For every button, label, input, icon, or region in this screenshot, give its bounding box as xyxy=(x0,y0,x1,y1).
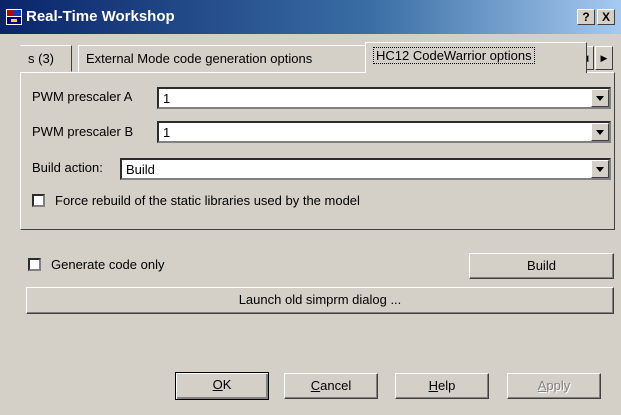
build-button[interactable]: Build xyxy=(469,253,614,279)
dialog-window: Real-Time Workshop ? X s (3) External Mo… xyxy=(0,0,621,415)
tab-scroll-right-button[interactable]: ▶ xyxy=(595,46,613,70)
pwm-a-label: PWM prescaler A xyxy=(32,89,133,104)
tab-hc12-label: HC12 CodeWarrior options xyxy=(373,47,535,64)
simulink-app-icon xyxy=(6,9,22,25)
launch-simprm-button[interactable]: Launch old simprm dialog ... xyxy=(26,287,614,314)
launch-simprm-label: Launch old simprm dialog ... xyxy=(238,292,402,307)
tab-external-mode[interactable]: External Mode code generation options xyxy=(78,45,374,72)
build-action-select[interactable]: Build xyxy=(120,158,611,180)
close-title-button[interactable]: X xyxy=(597,9,615,25)
cancel-button[interactable]: Cancel xyxy=(284,373,378,399)
title-bar[interactable]: Real-Time Workshop ? X xyxy=(0,0,621,34)
force-rebuild-checkbox[interactable] xyxy=(32,194,45,207)
pwm-a-value: 1 xyxy=(163,91,171,106)
help-label: Help xyxy=(428,378,456,393)
ok-label: OK xyxy=(212,377,232,392)
help-button[interactable]: Help xyxy=(395,373,489,399)
build-action-label: Build action: xyxy=(32,160,103,175)
ok-button[interactable]: OK xyxy=(175,372,269,400)
apply-label: Apply xyxy=(537,378,571,393)
generate-code-only-label: Generate code only xyxy=(51,257,165,272)
chevron-down-icon[interactable] xyxy=(591,123,609,141)
tab-code-gen-3[interactable]: s (3) xyxy=(20,45,72,72)
cancel-label: Cancel xyxy=(310,378,352,393)
pwm-b-value: 1 xyxy=(163,125,171,140)
chevron-down-icon[interactable] xyxy=(591,160,609,178)
force-rebuild-label: Force rebuild of the static libraries us… xyxy=(55,193,360,208)
build-action-value: Build xyxy=(126,162,155,177)
generate-code-only-checkbox[interactable] xyxy=(28,258,41,271)
chevron-down-icon[interactable] xyxy=(591,89,609,107)
pwm-a-select[interactable]: 1 xyxy=(157,87,611,109)
build-button-label: Build xyxy=(527,258,556,273)
pwm-b-label: PWM prescaler B xyxy=(32,124,134,139)
tab-hc12-codewarrior[interactable]: HC12 CodeWarrior options xyxy=(365,42,587,73)
pwm-b-select[interactable]: 1 xyxy=(157,121,611,143)
window-title: Real-Time Workshop xyxy=(26,8,175,25)
help-title-button[interactable]: ? xyxy=(577,9,595,25)
apply-button[interactable]: Apply xyxy=(507,373,601,399)
